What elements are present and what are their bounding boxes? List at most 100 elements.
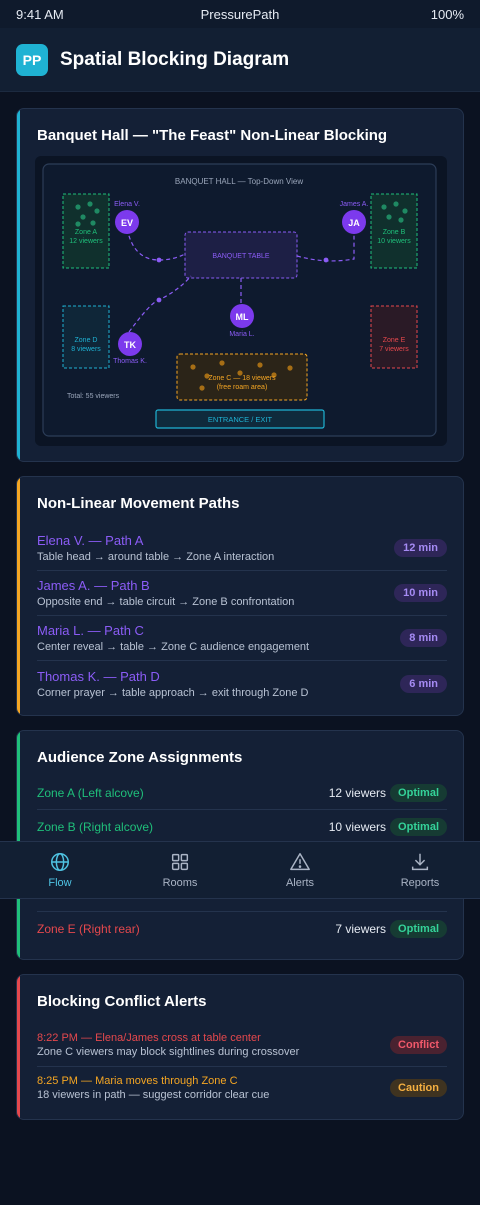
path-description: Corner prayer → table approach → exit th… [37,686,309,699]
zone-e-label: Zone E [383,337,406,344]
path-name: Elena V. — Path A [37,533,144,548]
zone-a-count: 12 viewers [69,238,103,245]
viewer-dot [87,201,93,207]
zone-e-count: 7 viewers [379,346,409,353]
blocking-diagram: BANQUET HALL — Top-Down View Zone A 12 v… [35,156,447,446]
card-accent [17,477,20,715]
path-item[interactable]: James A. — Path B Opposite end → table c… [37,571,447,616]
card-accent [17,975,20,1119]
actor-tk-name: Thomas K. [113,358,147,365]
globe-icon [51,853,69,871]
duration-badge: 10 min [394,584,447,602]
alert-title: 8:25 PM — Maria moves through Zone C [37,1075,238,1087]
status-badge: Optimal [390,817,447,836]
path-item[interactable]: Maria L. — Path C Center reveal → table … [37,616,447,661]
actor-ev-initials: EV [121,218,133,228]
tab-label: Reports [400,877,440,889]
path-name: Maria L. — Path C [37,623,144,638]
path-description: Center reveal → table → Zone C audience … [37,641,310,653]
viewer-dot [90,220,96,226]
zone-row[interactable]: Zone A (Left alcove) 12 viewers Optimal [37,776,447,810]
zone-name: Zone B (Right alcove) [37,819,154,834]
app-logo: PP [16,43,48,76]
viewer-dot [287,365,293,371]
tab-reports[interactable]: Reports [360,842,480,898]
zone-name: Zone E (Right rear) [37,922,140,936]
zone-c-label: Zone C — 18 viewers [208,375,276,382]
zone-c-sublabel: (free roam area) [217,384,268,391]
status-bar: 9:41 AM PressurePath 100% [0,0,480,28]
diagram-card-title: Banquet Hall — "The Feast" Non-Linear Bl… [37,127,388,144]
tab-alerts[interactable]: Alerts [240,842,360,898]
path-name: James A. — Path B [37,578,150,593]
page-title: Spatial Blocking Diagram [60,48,290,70]
path-description: Table head → around table → Zone A inter… [37,551,275,563]
viewer-dot [386,214,392,220]
status-app-name: PressurePath [200,6,280,22]
zone-b-label: Zone B [383,229,406,236]
hall-map: BANQUET HALL — Top-Down View Zone A 12 v… [42,163,437,437]
tab-label: Flow [48,877,72,889]
alerts-card-title: Blocking Conflict Alerts [37,993,207,1010]
path-name: Thomas K. — Path D [37,668,160,684]
duration-badge: 12 min [394,539,447,557]
app-header: PP Spatial Blocking Diagram [0,28,480,92]
zone-a-label: Zone A [75,229,98,236]
zone-name: Zone A (Left alcove) [37,785,144,800]
warning-icon [290,853,310,871]
grid-icon [171,853,189,871]
viewer-dot [398,217,404,223]
diagram-card: Banquet Hall — "The Feast" Non-Linear Bl… [16,108,464,462]
viewer-dot [393,201,399,207]
alert-item[interactable]: 8:22 PM — Elena/James cross at table cen… [37,1024,447,1067]
tab-label: Rooms [162,877,198,889]
actor-ev-name: Elena V. [114,201,140,208]
path-description: Opposite end → table circuit → Zone B co… [37,596,295,608]
actor-ja-initials: JA [348,218,360,228]
movement-paths-card: Non-Linear Movement Paths Elena V. — Pat… [16,476,464,716]
alert-description: 18 viewers in path — suggest corridor cl… [37,1089,270,1101]
viewer-dot [75,221,81,227]
viewer-dot [94,208,100,214]
actor-ja-name: James A. [340,201,369,208]
status-badge: Optimal [390,783,447,802]
zone-row[interactable]: Zone E (Right rear) 7 viewers Optimal [37,912,447,946]
zone-count: 12 viewers [328,785,387,800]
tab-flow[interactable]: Flow [0,842,120,898]
path-waypoint [323,257,329,263]
alerts-card: Blocking Conflict Alerts 8:22 PM — Elena… [16,974,464,1120]
viewer-dot [257,362,263,368]
path-waypoint [156,257,162,263]
zone-row[interactable]: Zone B (Right alcove) 10 viewers Optimal [37,810,447,844]
alert-title: 8:22 PM — Elena/James cross at table cen… [37,1032,261,1044]
viewer-dot [402,208,408,214]
total-viewers: Total: 55 viewers [67,393,120,400]
path-item[interactable]: Elena V. — Path A Table head → around ta… [37,526,447,571]
actor-tk-initials: TK [124,340,136,350]
actor-ml-name: Maria L. [229,331,254,338]
conflict-badge: Conflict [390,1036,447,1054]
alerts-list: 8:22 PM — Elena/James cross at table cen… [17,1010,463,1119]
viewer-dot [75,204,81,210]
caution-badge: Caution [390,1079,447,1097]
path-waypoint [156,297,162,303]
viewer-dot [381,204,387,210]
paths-card-title: Non-Linear Movement Paths [37,495,240,512]
status-battery: 100% [430,6,464,22]
viewer-dot [80,214,86,220]
zone-count: 10 viewers [328,819,387,834]
tab-label: Alerts [285,877,315,889]
path-item[interactable]: Thomas K. — Path D Corner prayer → table… [37,661,447,706]
tab-bar: Flow Rooms Alerts Reports [0,841,480,899]
status-badge: Optimal [390,920,447,938]
viewer-dot [219,360,225,366]
zone-b-count: 10 viewers [377,238,411,245]
actor-ml-initials: ML [236,312,249,322]
hall-heading: BANQUET HALL — Top-Down View [175,177,303,186]
tab-rooms[interactable]: Rooms [120,842,240,898]
main-content: Banquet Hall — "The Feast" Non-Linear Bl… [0,92,480,1120]
download-icon [411,853,429,871]
alert-item[interactable]: 8:25 PM — Maria moves through Zone C 18 … [37,1067,447,1109]
viewer-dot [190,364,196,370]
zone-count: 7 viewers [335,922,387,936]
